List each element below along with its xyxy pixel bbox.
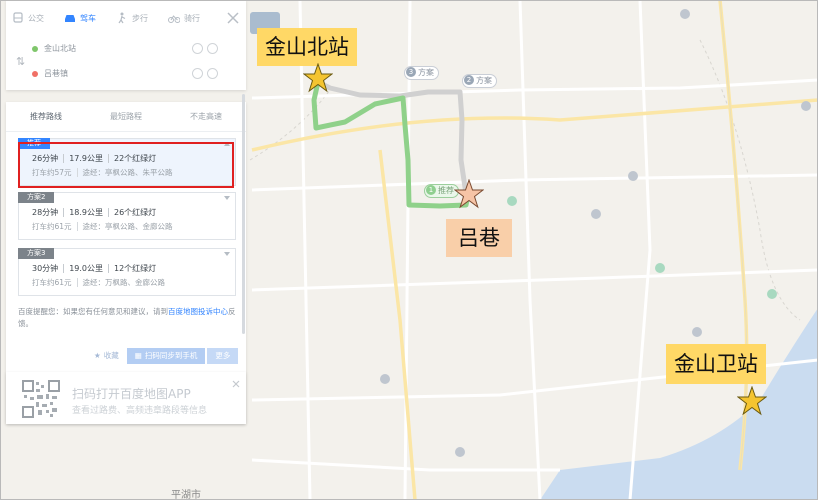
plan-details: 打车约61元 途经：亭枫公路、金廊公路 — [32, 221, 173, 232]
car-icon — [65, 15, 75, 22]
app-promo-title: 扫码打开百度地图APP — [72, 387, 191, 401]
more-button[interactable]: 更多 — [207, 348, 239, 364]
bike-icon — [168, 15, 180, 23]
chevron-down-icon[interactable] — [224, 196, 230, 200]
star-icon: ★ — [94, 351, 101, 360]
tab-recommended[interactable]: 推荐路线 — [6, 102, 86, 131]
highlight-box — [18, 142, 234, 188]
star-marker-icon — [454, 179, 484, 209]
plan-tag: 方案2 — [18, 192, 55, 203]
transport-mode-bar: 公交 驾车 步行 骑行 — [6, 0, 246, 36]
clear-field-icon[interactable] — [207, 43, 218, 54]
app-promo-card: 扫码打开百度地图APP 查看过路费、高频违章路段等信息 — [6, 372, 246, 424]
route-plan-2[interactable]: 方案2 28分钟 18.9公里 26个红绿灯 打车约61元 途经：亭枫公路、金廊公路 — [18, 192, 236, 240]
plan-traffic-lights: 26个红绿灯 — [108, 208, 157, 217]
mode-label: 驾车 — [80, 13, 96, 23]
route-label-number: 1 — [426, 185, 436, 195]
plan-traffic-lights: 12个红绿灯 — [108, 264, 157, 273]
mode-bus[interactable]: 公交 — [12, 12, 64, 24]
end-dot-icon — [32, 70, 38, 77]
qr-code-icon: ▦ — [134, 351, 142, 360]
end-stop-actions — [192, 68, 218, 79]
bus-icon — [13, 12, 23, 23]
mode-bike[interactable]: 骑行 — [168, 12, 220, 24]
plan-taxi-fare: 打车约61元 — [32, 222, 72, 231]
start-stop-actions — [192, 43, 218, 54]
plan-summary: 30分钟 19.0公里 12个红绿灯 — [32, 263, 157, 274]
plan-duration: 28分钟 — [32, 208, 59, 217]
plan-details: 打车约61元 途经：万枫路、金廊公路 — [32, 277, 166, 288]
add-waypoint-icon[interactable] — [192, 68, 203, 79]
feedback-tip: 百度提醒您：如果您有任何意见和建议，请到百度地图投诉中心反馈。 — [18, 306, 240, 330]
tab-shortest[interactable]: 最短路程 — [86, 102, 166, 131]
send-to-phone-label: 扫码同步到手机 — [144, 351, 198, 360]
start-stop-field[interactable]: 金山北站 — [32, 43, 76, 54]
send-to-phone-button[interactable]: ▦ 扫码同步到手机 — [126, 348, 206, 364]
annotation-jinshan-wei: 金山卫站 — [666, 344, 766, 384]
plan-summary: 28分钟 18.9公里 26个红绿灯 — [32, 207, 157, 218]
start-stop-label: 金山北站 — [44, 44, 76, 53]
star-marker-icon — [737, 386, 767, 416]
star-marker-icon — [303, 63, 333, 93]
route-label-number: 2 — [464, 75, 474, 85]
favorite-button[interactable]: ★ 收藏 — [86, 348, 127, 364]
tip-text: 百度提醒您：如果您有任何意见和建议，请到 — [18, 307, 168, 316]
route-label-text: 推荐 — [438, 186, 454, 195]
route-label-number: 3 — [406, 67, 416, 77]
swap-stops-icon[interactable]: ⇅ — [16, 55, 25, 68]
annotation-jinshan-north: 金山北站 — [257, 28, 357, 66]
route-preference-tabs: 推荐路线 最短路程 不走高速 — [6, 102, 246, 132]
annotation-lvxiang: 吕巷 — [446, 219, 512, 257]
qr-code-icon — [22, 380, 60, 418]
mode-car[interactable]: 驾车 — [64, 12, 116, 24]
route-label-2[interactable]: 2 方案 — [462, 74, 497, 88]
mode-label: 公交 — [28, 13, 44, 23]
close-icon[interactable] — [226, 11, 240, 25]
walk-icon — [118, 12, 126, 24]
plan-distance: 19.0公里 — [63, 264, 103, 273]
route-label-text: 方案 — [418, 68, 434, 77]
end-stop-field[interactable]: 吕巷镇 — [32, 68, 68, 79]
favorite-label: 收藏 — [103, 351, 119, 360]
plan-taxi-fare: 打车约61元 — [32, 278, 72, 287]
add-waypoint-icon[interactable] — [192, 43, 203, 54]
chevron-down-icon[interactable] — [224, 252, 230, 256]
app-promo-subtitle: 查看过路费、高频违章路段等信息 — [72, 406, 208, 416]
mode-label: 步行 — [132, 13, 148, 23]
route-panel: 公交 驾车 步行 骑行 金山北站 ⇅ 吕巷镇 推荐路线 最短路程 不走高速 推荐… — [6, 0, 246, 500]
plan-via-roads: 途经：万枫路、金廊公路 — [76, 278, 166, 287]
mode-label: 骑行 — [184, 13, 200, 23]
complaint-center-link[interactable]: 百度地图投诉中心 — [168, 307, 228, 316]
tab-no-highway[interactable]: 不走高速 — [166, 102, 246, 131]
route-search-card: 公交 驾车 步行 骑行 金山北站 ⇅ 吕巷镇 — [6, 0, 246, 90]
mode-walk[interactable]: 步行 — [116, 12, 168, 24]
plan-tag: 方案3 — [18, 248, 55, 259]
panel-scrollbar[interactable] — [242, 94, 245, 334]
route-actions: ★ 收藏 ▦ 扫码同步到手机 更多 — [86, 348, 239, 364]
route-plan-3[interactable]: 方案3 30分钟 19.0公里 12个红绿灯 打车约61元 途经：万枫路、金廊公路 — [18, 248, 236, 296]
plan-via-roads: 途经：亭枫公路、金廊公路 — [76, 222, 173, 231]
clear-field-icon[interactable] — [207, 68, 218, 79]
close-icon[interactable] — [232, 380, 240, 388]
route-label-text: 方案 — [476, 76, 492, 85]
route-label-3[interactable]: 3 方案 — [404, 66, 439, 80]
plan-distance: 18.9公里 — [63, 208, 103, 217]
end-stop-label: 吕巷镇 — [44, 69, 68, 78]
plan-duration: 30分钟 — [32, 264, 59, 273]
start-dot-icon — [32, 45, 38, 52]
